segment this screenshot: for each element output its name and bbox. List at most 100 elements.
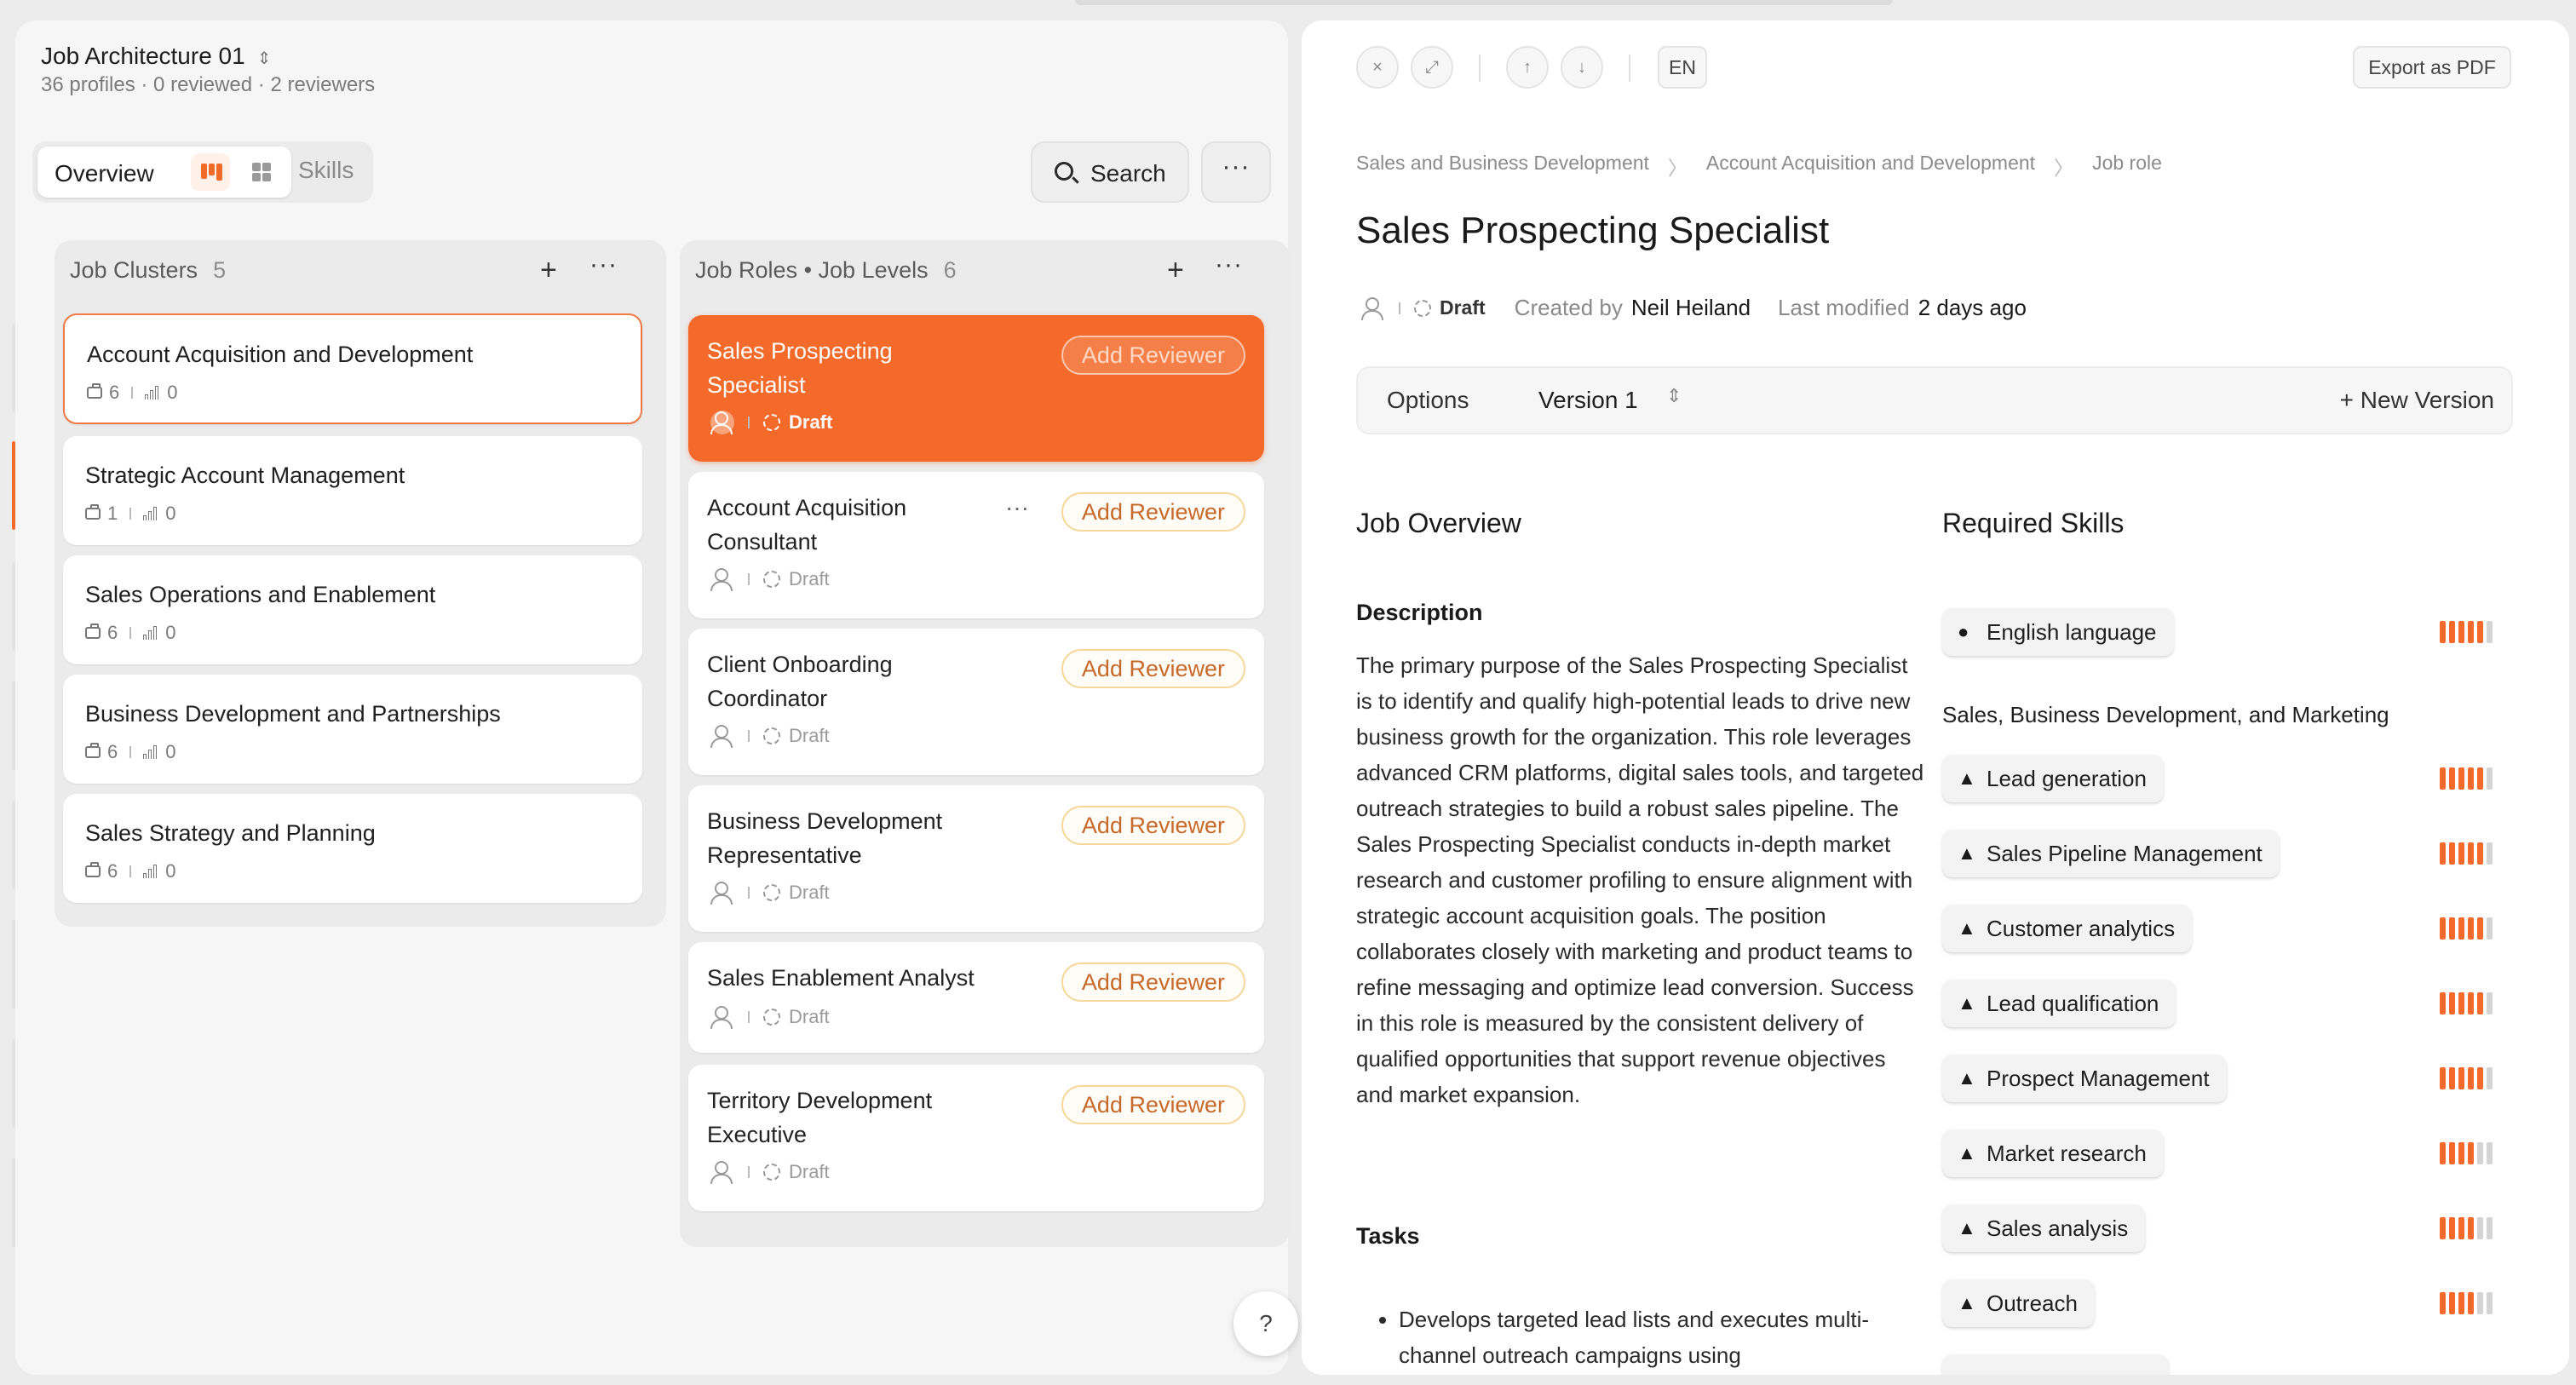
level-segment (2468, 917, 2474, 940)
level-segment (2477, 1067, 2483, 1089)
grid-view-icon[interactable] (242, 153, 281, 191)
level-segment (2440, 842, 2446, 865)
level-segment (2449, 767, 2455, 790)
add-reviewer-button[interactable]: Add Reviewer (1061, 1085, 1245, 1124)
add-cluster-icon[interactable]: + (540, 256, 557, 284)
add-reviewer-button[interactable]: Add Reviewer (1061, 963, 1245, 1002)
skill-chip[interactable]: ▲ Sales Pipeline Management (1942, 830, 2280, 877)
assign-person-icon[interactable] (710, 567, 734, 591)
tasks-label: Tasks (1356, 1223, 1420, 1249)
role-card[interactable]: Business Development Representative Add … (688, 785, 1264, 932)
cluster-card[interactable]: Sales Operations and Enablement 6 0 (63, 555, 642, 664)
level-segment (2477, 917, 2483, 940)
expand-icon[interactable]: ⤢ (1411, 46, 1453, 89)
role-card[interactable]: Territory Development Executive Add Revi… (688, 1065, 1264, 1211)
arrow-down-icon[interactable]: ↓ (1561, 46, 1603, 89)
list-item: Develops targeted lead lists and execute… (1399, 1302, 1912, 1373)
chevron-updown-icon[interactable]: ⇕ (1666, 385, 1682, 407)
cluster-profiles: 6 (107, 622, 118, 643)
role-meta: Draft (710, 567, 830, 591)
new-version-button[interactable]: + New Version (2340, 387, 2494, 414)
level-segment (2487, 621, 2493, 643)
triangle-icon: ▲ (1958, 1142, 1976, 1164)
skill-chip[interactable]: ● English language (1942, 608, 2174, 656)
skill-chip[interactable]: ▲ Lead qualification (1942, 980, 2176, 1027)
project-subtitle: 36 profiles · 0 reviewed · 2 reviewers (41, 73, 376, 96)
clusters-header-label: Job Clusters (70, 257, 198, 283)
level-segment (2468, 1142, 2474, 1164)
assign-person-icon[interactable] (710, 881, 734, 905)
levels-icon (145, 386, 160, 399)
role-meta: Draft (710, 411, 832, 434)
export-pdf-button[interactable]: Export as PDF (2353, 46, 2511, 89)
created-by-label: Created by (1514, 295, 1623, 320)
arrow-up-icon[interactable]: ↑ (1506, 46, 1549, 89)
skill-chip[interactable]: ▲ Customer analytics (1942, 905, 2193, 952)
level-segment (2468, 621, 2474, 643)
view-switch: Overview Skills (32, 141, 373, 203)
roles-more-icon[interactable]: ··· (1215, 252, 1243, 278)
detail-meta: Draft Created by Neil Heiland Last modif… (1361, 295, 2027, 321)
board-view-icon[interactable] (191, 153, 230, 191)
chevron-updown-icon[interactable]: ⇕ (257, 49, 272, 68)
tab-overview[interactable]: Overview (37, 147, 291, 198)
add-reviewer-button[interactable]: Add Reviewer (1061, 806, 1245, 845)
cluster-title: Account Acquisition and Development (87, 342, 474, 367)
level-segment (2440, 1067, 2446, 1089)
skill-chip[interactable]: ▲ Market research (1942, 1129, 2164, 1177)
assign-person-icon[interactable] (710, 1005, 734, 1029)
search-button[interactable]: Search (1031, 141, 1189, 203)
level-segment (2458, 992, 2464, 1014)
search-label: Search (1090, 160, 1166, 187)
skill-chip[interactable]: ▲ Outreach (1942, 1279, 2095, 1327)
cluster-title: Business Development and Partnerships (85, 701, 501, 727)
breadcrumb: Sales and Business Development 〉 Account… (1356, 152, 2162, 181)
draft-status-icon (763, 1164, 780, 1181)
cluster-profiles: 1 (107, 503, 118, 524)
cluster-card[interactable]: Sales Strategy and Planning 6 0 (63, 794, 642, 903)
assign-person-icon[interactable] (710, 724, 734, 748)
more-options-button[interactable]: ··· (1201, 141, 1271, 203)
cluster-profiles: 6 (107, 860, 118, 882)
level-segment (2468, 1067, 2474, 1089)
left-rail (0, 247, 15, 1252)
help-button[interactable]: ? (1233, 1291, 1298, 1356)
job-overview-heading: Job Overview (1356, 508, 1521, 538)
skill-chip[interactable]: ▲ Sales analysis (1942, 1204, 2146, 1252)
options-button[interactable]: Options (1387, 387, 1469, 414)
skill-chip[interactable]: ▲ Prospect Management (1942, 1055, 2227, 1102)
skill-chip-partial[interactable] (1942, 1354, 2169, 1375)
add-reviewer-button[interactable]: Add Reviewer (1061, 336, 1245, 375)
role-card[interactable]: Sales Enablement Analyst Add Reviewer Dr… (688, 942, 1264, 1053)
level-segment (2477, 1142, 2483, 1164)
language-button[interactable]: EN (1658, 46, 1707, 89)
add-reviewer-button[interactable]: Add Reviewer (1061, 492, 1245, 532)
cluster-card[interactable]: Business Development and Partnerships 6 … (63, 675, 642, 784)
clusters-more-icon[interactable]: ··· (589, 252, 618, 278)
briefcase-icon (87, 383, 102, 399)
add-role-icon[interactable]: + (1167, 256, 1184, 284)
cluster-card[interactable]: Account Acquisition and Development 6 0 (63, 313, 642, 424)
level-segment (2468, 842, 2474, 865)
role-more-icon[interactable]: ··· (1005, 494, 1029, 521)
triangle-icon: ▲ (1958, 1217, 1976, 1238)
clusters-header: Job Clusters 5 (70, 257, 226, 284)
assign-person-icon[interactable] (710, 411, 734, 434)
close-icon[interactable]: × (1356, 46, 1399, 89)
project-title[interactable]: Job Architecture 01 ⇕ (41, 43, 271, 70)
skill-chip[interactable]: ▲ Lead generation (1942, 755, 2164, 802)
assign-person-icon[interactable] (710, 1160, 734, 1184)
breadcrumb-item[interactable]: Account Acquisition and Development (1706, 152, 2035, 181)
role-meta: Draft (710, 881, 830, 905)
tab-skills[interactable]: Skills (298, 157, 354, 184)
version-select[interactable]: Version 1 (1538, 387, 1638, 414)
role-card[interactable]: Account Acquisition Consultant ··· Add R… (688, 472, 1264, 618)
breadcrumb-item[interactable]: Sales and Business Development (1356, 152, 1649, 181)
role-meta: Draft (710, 1160, 830, 1184)
add-reviewer-button[interactable]: Add Reviewer (1061, 649, 1245, 688)
assign-person-icon[interactable] (1361, 296, 1385, 320)
role-card[interactable]: Client Onboarding Coordinator Add Review… (688, 629, 1264, 775)
cluster-reviews: 0 (165, 622, 176, 643)
role-card-selected[interactable]: Sales Prospecting Specialist Add Reviewe… (688, 315, 1264, 462)
cluster-card[interactable]: Strategic Account Management 1 0 (63, 436, 642, 545)
